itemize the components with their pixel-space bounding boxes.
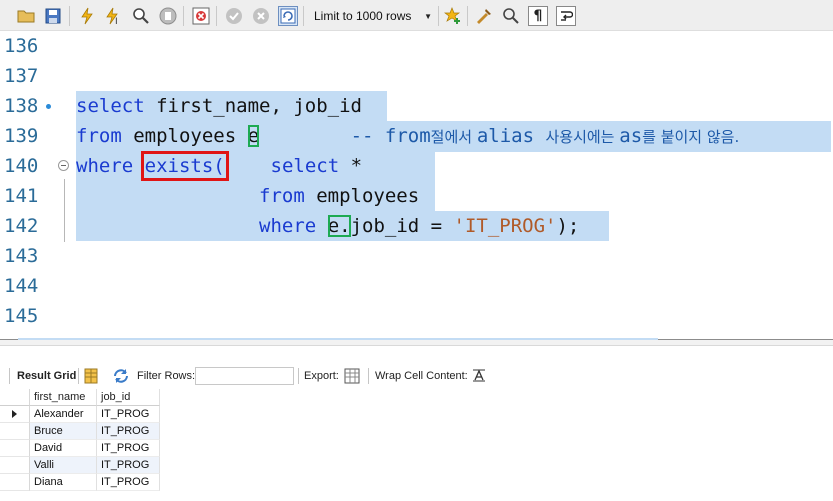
line-number: 137 — [4, 65, 39, 87]
alias-highlight-box: e. — [327, 215, 351, 237]
line-number: 142 — [4, 215, 39, 237]
table-cell[interactable]: Diana — [30, 474, 97, 491]
beautify-icon[interactable] — [474, 6, 494, 26]
table-cell[interactable]: David — [30, 440, 97, 457]
sql-editor[interactable]: 136 137 138 select first_name, job_id 13… — [0, 31, 833, 339]
export-icon[interactable] — [344, 368, 362, 387]
exists-highlight-box: exists( — [140, 151, 229, 181]
table-row[interactable]: David IT_PROG — [0, 440, 160, 457]
refresh-icon[interactable] — [112, 368, 130, 387]
table-cell[interactable]: Alexander — [30, 406, 97, 423]
filter-rows-label: Filter Rows: — [137, 370, 196, 382]
line-number: 140 — [4, 155, 39, 177]
editor-line: 138 select first_name, job_id — [0, 91, 833, 121]
save-icon[interactable] — [43, 6, 63, 26]
result-grid: first_name job_id Alexander IT_PROG Bruc… — [0, 389, 160, 491]
editor-line: 137 — [0, 61, 833, 91]
table-cell[interactable]: IT_PROG — [97, 423, 160, 440]
result-toolbar: Result Grid Filter Rows: Export: Wrap Ce… — [0, 364, 833, 388]
table-cell[interactable]: IT_PROG — [97, 440, 160, 457]
editor-line: 142 where e.job_id = 'IT_PROG'); — [0, 211, 833, 241]
grid-header-row: first_name job_id — [0, 389, 160, 406]
editor-line: 136 — [0, 31, 833, 61]
line-number: 141 — [4, 185, 39, 207]
table-row[interactable]: Valli IT_PROG — [0, 457, 160, 474]
execute-icon[interactable] — [77, 6, 97, 26]
invisible-chars-icon[interactable]: ¶ — [528, 6, 548, 26]
code-text: from employees — [76, 181, 435, 211]
limit-rows-select[interactable]: Limit to 1000 rows ▼ — [309, 6, 436, 26]
chevron-down-icon: ▼ — [424, 11, 432, 21]
filter-rows-input[interactable] — [195, 367, 294, 385]
column-header[interactable]: job_id — [97, 389, 160, 406]
line-number: 145 — [4, 305, 39, 327]
open-folder-icon[interactable] — [16, 6, 36, 26]
editor-line: 143 — [0, 241, 833, 271]
toggle-error-icon[interactable] — [191, 6, 211, 26]
limit-rows-label: Limit to 1000 rows — [314, 9, 412, 23]
commit-icon[interactable] — [224, 6, 244, 26]
sql-editor-toolbar: I Limit to 1000 rows ▼ ¶ — [0, 0, 833, 31]
table-row[interactable]: Bruce IT_PROG — [0, 423, 160, 440]
code-text: select first_name, job_id — [76, 91, 387, 121]
line-number: 139 — [4, 125, 39, 147]
table-cell[interactable]: IT_PROG — [97, 474, 160, 491]
table-row[interactable]: Alexander IT_PROG — [0, 406, 160, 423]
editor-line: 139 from employees e -- from절에서 alias 사용… — [0, 121, 833, 152]
table-cell[interactable]: Valli — [30, 457, 97, 474]
alias-highlight-box: e — [247, 125, 260, 147]
explain-icon[interactable] — [131, 6, 151, 26]
panel-splitter[interactable] — [0, 338, 833, 346]
wrap-cell-content-label: Wrap Cell Content: — [375, 370, 468, 382]
editor-line: 144 — [0, 271, 833, 301]
line-number: 144 — [4, 275, 39, 297]
execute-statement-icon[interactable]: I — [104, 6, 124, 26]
column-header[interactable]: first_name — [30, 389, 97, 406]
editor-line: 140 where exists( select * — [0, 151, 833, 181]
rollback-icon[interactable] — [251, 6, 271, 26]
wrap-cell-icon[interactable] — [472, 368, 486, 385]
line-number: 143 — [4, 245, 39, 267]
grid-view-icon[interactable] — [84, 368, 98, 387]
table-cell[interactable]: IT_PROG — [97, 406, 160, 423]
editor-line: 141 from employees — [0, 181, 833, 211]
statement-marker-icon — [46, 104, 51, 109]
line-number: 138 — [4, 95, 39, 117]
export-label: Export: — [304, 370, 339, 382]
add-snippet-icon[interactable] — [443, 6, 463, 26]
stop-icon[interactable] — [158, 6, 178, 26]
line-number: 136 — [4, 35, 39, 57]
table-row[interactable]: Diana IT_PROG — [0, 474, 160, 491]
wrap-icon[interactable] — [556, 6, 576, 26]
fold-toggle-icon[interactable] — [58, 160, 69, 171]
find-icon[interactable] — [501, 6, 521, 26]
result-grid-tab[interactable]: Result Grid — [17, 369, 76, 383]
table-cell[interactable]: IT_PROG — [97, 457, 160, 474]
editor-line: 145 — [0, 301, 833, 331]
autocommit-icon[interactable] — [278, 6, 298, 26]
code-text: where exists( select * — [76, 151, 435, 181]
code-text: from employees e -- from절에서 alias 사용시에는 … — [76, 121, 831, 152]
svg-text:I: I — [115, 17, 118, 25]
current-row-icon — [12, 410, 17, 418]
code-text: where e.job_id = 'IT_PROG'); — [76, 211, 609, 241]
table-cell[interactable]: Bruce — [30, 423, 97, 440]
